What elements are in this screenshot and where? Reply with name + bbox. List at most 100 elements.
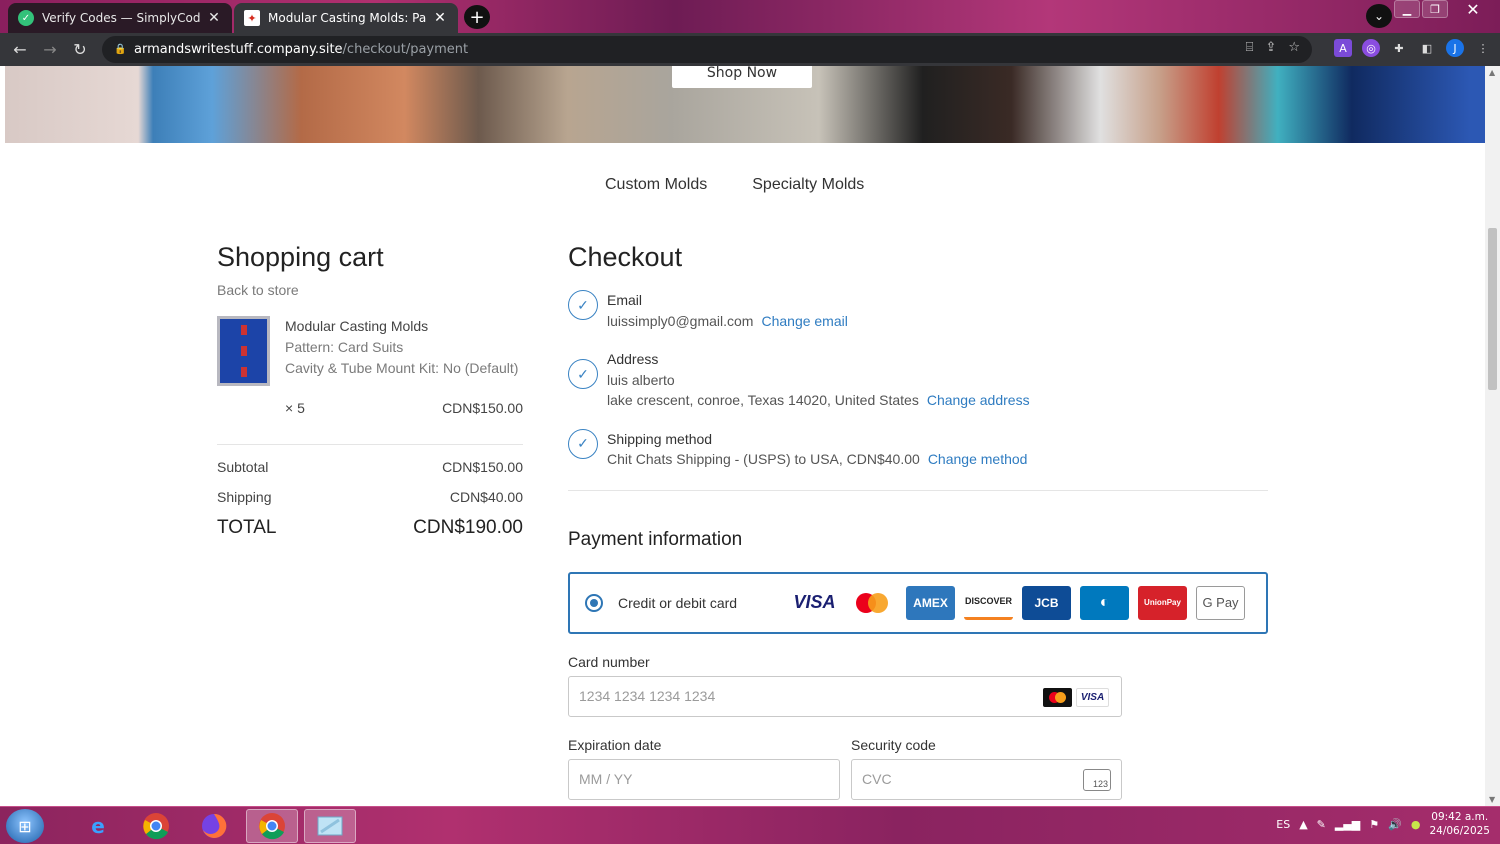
email-step: ✓ Email luissimply0@gmail.com Change emai… <box>568 290 1268 331</box>
change-method-link[interactable]: Change method <box>928 451 1028 467</box>
tray-expand-icon[interactable]: ▲ <box>1299 818 1307 831</box>
cart-title: Shopping cart <box>217 242 384 272</box>
new-tab-button[interactable]: + <box>464 5 490 29</box>
forward-arrow-icon[interactable]: → <box>35 35 65 65</box>
tab-checkout[interactable]: ✦ Modular Casting Molds: Payment ✕ <box>234 3 458 33</box>
subtotal-row: Subtotal CDN$150.00 <box>217 459 523 475</box>
clock[interactable]: 09:42 a.m. 24/06/2025 <box>1429 810 1490 838</box>
clock-time: 09:42 a.m. <box>1431 811 1489 823</box>
product-kit: Cavity & Tube Mount Kit: No (Default) <box>285 360 519 376</box>
scroll-down-icon[interactable]: ▼ <box>1489 795 1495 804</box>
window-close-icon[interactable]: ✕ <box>1450 0 1496 19</box>
language-indicator[interactable]: ES <box>1276 818 1290 831</box>
status-circle-icon[interactable]: ● <box>1411 818 1421 831</box>
reload-icon[interactable]: ↻ <box>65 35 95 65</box>
shipping-label: Shipping <box>217 489 272 505</box>
clock-date: 24/06/2025 <box>1429 825 1490 837</box>
internet-explorer-icon[interactable]: e <box>72 809 124 843</box>
category-nav: Custom Molds Specialty Molds <box>605 176 864 194</box>
tab-title: Verify Codes — SimplyCodes <box>42 11 200 25</box>
pen-icon[interactable]: ✎ <box>1317 818 1326 831</box>
cvc-input[interactable]: CVC 123 <box>851 758 1122 800</box>
minimize-icon[interactable]: ▁ <box>1394 0 1420 18</box>
total-row: TOTAL CDN$190.00 <box>217 517 523 539</box>
checkmark-icon: ✓ <box>568 359 598 389</box>
address-name: luis alberto <box>607 371 675 388</box>
nav-custom-molds[interactable]: Custom Molds <box>605 176 707 194</box>
tab-search-icon[interactable]: ⌄ <box>1366 4 1392 28</box>
divider <box>568 489 1268 491</box>
url-host: armandswritestuff.company.site <box>134 42 343 57</box>
card-radio[interactable] <box>585 593 603 612</box>
expiry-input[interactable]: MM / YY <box>568 758 840 800</box>
chrome-icon[interactable] <box>130 809 182 843</box>
expiry-label: Expiration date <box>568 736 662 753</box>
maple-leaf-favicon-icon: ✦ <box>244 10 260 26</box>
side-panel-icon[interactable]: ◧ <box>1418 39 1436 57</box>
address-bar[interactable]: 🔒 armandswritestuff.company.site/checkou… <box>102 36 1312 63</box>
change-email-link[interactable]: Change email <box>761 313 847 329</box>
nav-specialty-molds[interactable]: Specialty Molds <box>752 176 864 194</box>
payment-method-label: Credit or debit card <box>618 594 738 611</box>
total-label: TOTAL <box>217 517 277 538</box>
extensions-puzzle-icon[interactable]: ✚ <box>1390 39 1408 57</box>
scroll-up-icon[interactable]: ▲ <box>1489 68 1495 77</box>
share-icon[interactable]: ⇪ <box>1265 40 1276 55</box>
change-address-link[interactable]: Change address <box>927 392 1030 408</box>
menu-dots-icon[interactable]: ⋮ <box>1474 39 1492 57</box>
page-scrollbar[interactable]: ▲ ▼ <box>1485 66 1500 806</box>
expiry-placeholder: MM / YY <box>579 771 633 787</box>
scrollbar-thumb[interactable] <box>1488 228 1497 390</box>
product-name[interactable]: Modular Casting Molds <box>285 316 523 337</box>
shipping-method-label: Shipping method <box>607 430 713 447</box>
chrome-active-icon[interactable] <box>246 809 298 843</box>
extension-a-icon[interactable]: A <box>1334 39 1352 57</box>
product-price: CDN$150.00 <box>442 400 523 416</box>
shipping-value: CDN$40.00 <box>449 489 523 505</box>
shop-now-button[interactable]: Shop Now <box>672 66 812 88</box>
start-button-icon[interactable]: ⊞ <box>6 809 44 843</box>
divider <box>217 444 523 445</box>
tab-close-icon[interactable]: ✕ <box>432 10 448 26</box>
address-step: ✓ Address luis alberto lake crescent, co… <box>568 349 1268 411</box>
card-number-input[interactable]: 1234 1234 1234 1234 VISA <box>568 675 1122 717</box>
card-brands: VISA AMEX DISCOVER JCB ◐ UnionPay G Pay <box>790 585 1245 620</box>
total-value: CDN$190.00 <box>413 517 523 538</box>
browser-tab-strip: ✓ Verify Codes — SimplyCodes ✕ ✦ Modular… <box>0 0 1500 33</box>
product-pattern: Pattern: Card Suits <box>285 339 404 355</box>
diners-logo-icon: ◐ <box>1080 585 1129 620</box>
cvc-card-icon: 123 <box>1083 768 1111 791</box>
hero-banner-image: Shop Now <box>5 66 1485 143</box>
app-window-icon[interactable] <box>304 809 356 843</box>
back-arrow-icon[interactable]: ← <box>5 35 35 65</box>
visa-logo-icon: VISA <box>793 592 836 612</box>
profile-avatar[interactable]: J <box>1446 39 1464 57</box>
tab-close-icon[interactable]: ✕ <box>206 10 222 26</box>
amex-logo-icon: AMEX <box>906 585 955 620</box>
restore-icon[interactable]: ❐ <box>1422 0 1448 18</box>
system-tray: ES ▲ ✎ ▂▄▆ ⚑ 🔊 ● 09:42 a.m. 24/06/2025 <box>1276 810 1490 838</box>
volume-icon[interactable]: 🔊 <box>1388 818 1402 831</box>
discover-logo-icon: DISCOVER <box>964 586 1013 620</box>
gpay-logo-icon: G Pay <box>1196 585 1245 620</box>
unionpay-logo-icon: UnionPay <box>1138 585 1187 620</box>
shopping-cart-panel: Shopping cart Back to store Modular Cast… <box>217 242 523 539</box>
extension-simplycodes-icon[interactable]: ◎ <box>1362 39 1380 57</box>
subtotal-value: CDN$150.00 <box>442 459 523 475</box>
tab-simplycodes[interactable]: ✓ Verify Codes — SimplyCodes ✕ <box>8 3 232 33</box>
lock-icon: 🔒 <box>114 44 127 55</box>
cart-item: Modular Casting Molds Pattern: Card Suit… <box>217 316 523 428</box>
firefox-icon[interactable] <box>188 809 240 843</box>
product-thumbnail[interactable] <box>217 316 270 386</box>
payment-title: Payment information <box>568 528 743 550</box>
payment-method-card-option[interactable]: Credit or debit card VISA AMEX DISCOVER … <box>568 571 1268 634</box>
email-label: Email <box>607 292 643 308</box>
product-quantity: × 5 <box>285 400 305 416</box>
translate-icon[interactable]: ⌸ <box>1246 40 1254 55</box>
mastercard-logo-icon <box>848 586 897 620</box>
address-label: Address <box>607 351 659 367</box>
back-to-store-link[interactable]: Back to store <box>217 282 523 298</box>
flag-icon[interactable]: ⚑ <box>1369 818 1379 831</box>
network-icon[interactable]: ▂▄▆ <box>1335 818 1360 831</box>
bookmark-star-icon[interactable]: ☆ <box>1288 40 1300 55</box>
